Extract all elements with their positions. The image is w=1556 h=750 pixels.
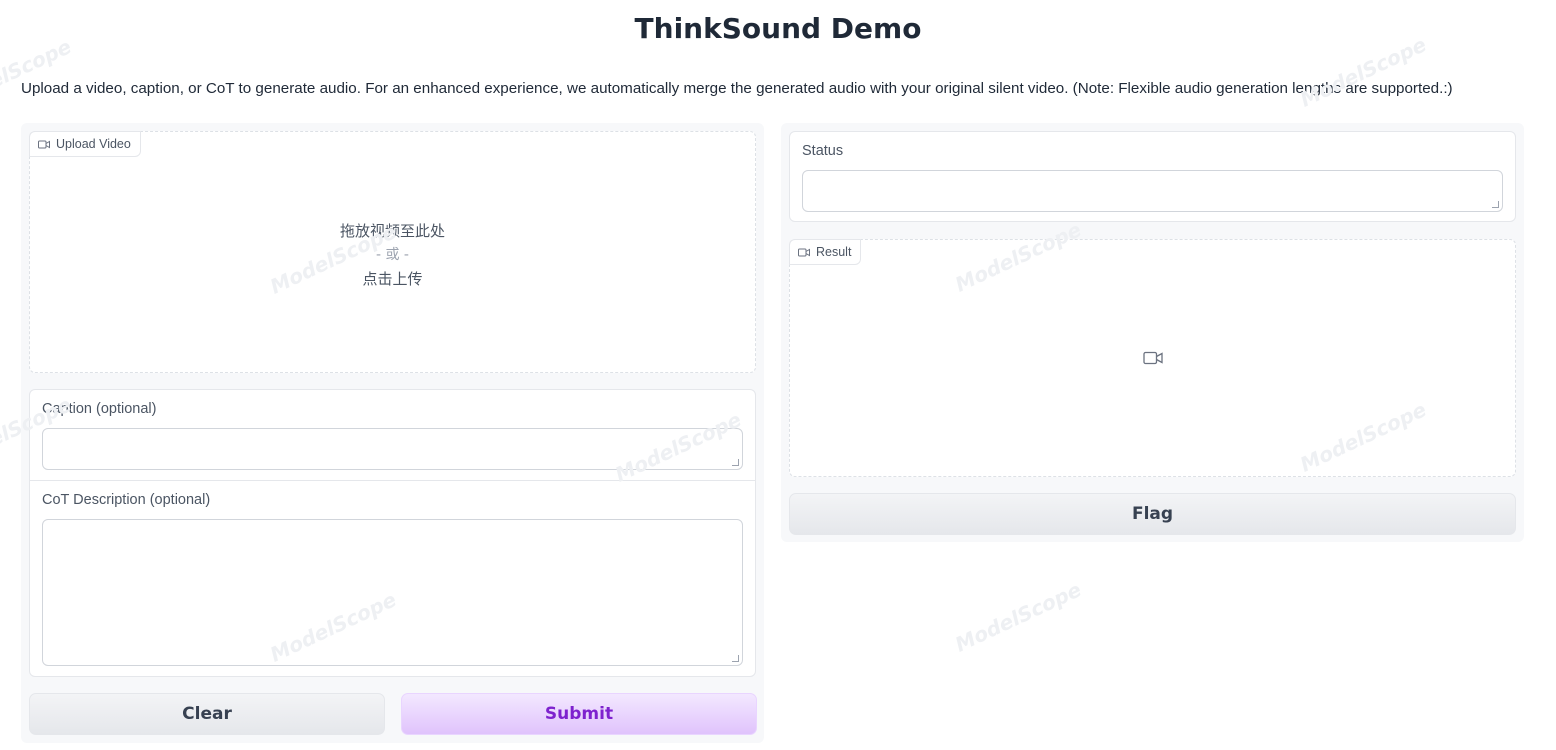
watermark: ModelScope	[1296, 397, 1430, 477]
drop-text: 拖放视频至此处	[339, 222, 445, 240]
status-label: Status	[802, 143, 844, 159]
input-panel: Upload Video 拖放视频至此处 - 或 - 点击上传 ModelSco…	[0, 34, 764, 743]
caption-input[interactable]	[42, 428, 743, 470]
clear-button[interactable]: Clear	[29, 693, 385, 735]
upload-video-dropzone[interactable]: Upload Video 拖放视频至此处 - 或 - 点击上传 ModelSco…	[0, 34, 756, 373]
resize-handle[interactable]	[1492, 201, 1499, 208]
output-panel: Status Result ModelScope ModelScope Flag	[781, 123, 1524, 542]
flag-button[interactable]: Flag	[789, 493, 1516, 535]
watermark: ModelScope	[951, 217, 1085, 297]
video-placeholder-icon	[1143, 351, 1163, 365]
page: ThinkSound Demo Upload a video, caption,…	[0, 0, 1556, 750]
page-description: Upload a video, caption, or CoT to gener…	[21, 80, 1453, 97]
resize-handle[interactable]	[732, 459, 739, 466]
upload-video-label-text: Upload Video	[56, 137, 131, 151]
status-card: Status	[789, 131, 1516, 222]
result-video-area: Result ModelScope ModelScope	[789, 217, 1516, 477]
video-camera-icon	[798, 248, 810, 256]
page-title: ThinkSound Demo	[634, 12, 922, 45]
or-text: - 或 -	[375, 247, 409, 263]
video-camera-icon	[38, 140, 50, 148]
submit-button[interactable]: Submit	[401, 693, 757, 735]
cot-description-input[interactable]	[42, 519, 743, 666]
click-upload-text[interactable]: 点击上传	[30, 268, 755, 289]
upload-video-label: Upload Video	[29, 131, 141, 157]
resize-handle[interactable]	[732, 655, 739, 662]
caption-label: Caption (optional)	[42, 401, 157, 417]
watermark: ModelScope	[0, 34, 75, 114]
watermark: ModelScope	[951, 577, 1085, 657]
divider	[30, 480, 755, 481]
cot-description-label: CoT Description (optional)	[42, 492, 211, 508]
status-output[interactable]	[802, 170, 1503, 212]
result-label-text: Result	[816, 245, 852, 259]
result-label: Result	[789, 239, 862, 265]
text-inputs-card: Caption (optional) CoT Description (opti…	[0, 389, 756, 677]
